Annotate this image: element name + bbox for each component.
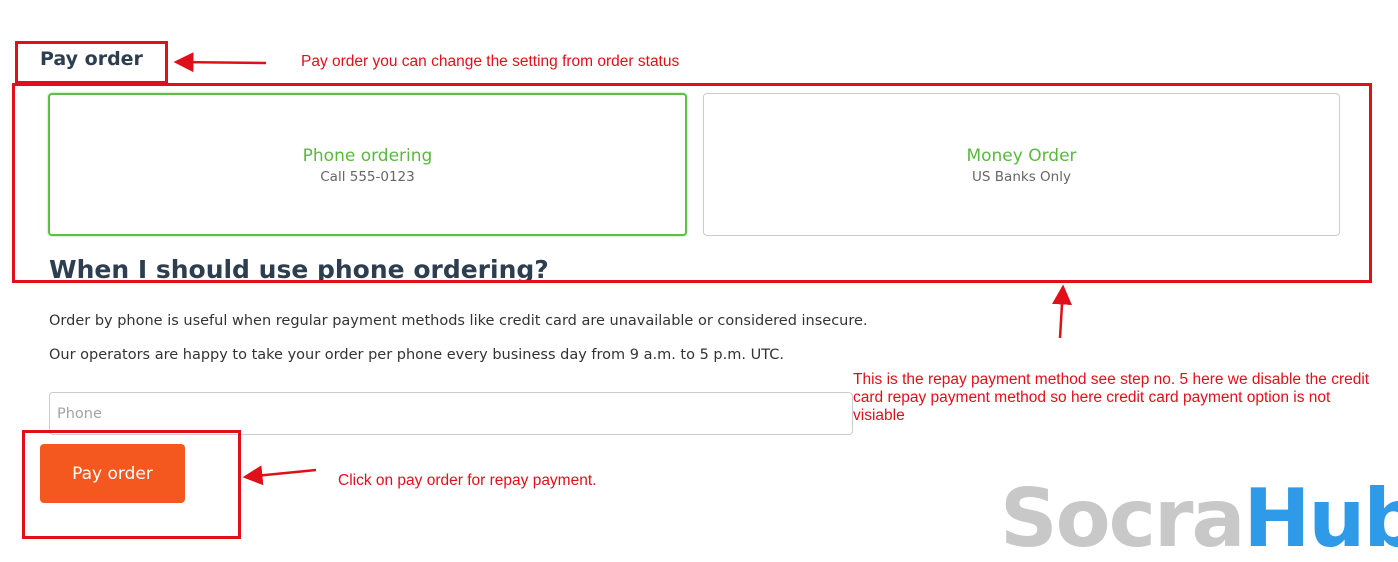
annotation-arrow-button — [242, 465, 317, 486]
annotation-button-note: Click on pay order for repay payment. — [338, 472, 597, 489]
annotation-arrow-title — [173, 52, 267, 73]
phone-input[interactable] — [49, 392, 853, 435]
annotation-arrow-methods — [1051, 284, 1072, 339]
phone-ordering-heading: When I should use phone ordering? — [49, 255, 549, 284]
annotation-methods-note: This is the repay payment method see ste… — [853, 371, 1370, 424]
annotation-title-note: Pay order you can change the setting fro… — [301, 53, 680, 70]
phone-ordering-description: Order by phone is useful when regular pa… — [49, 313, 868, 329]
payment-method-money-order[interactable]: Money Order US Banks Only — [703, 93, 1340, 236]
page-title: Pay order — [40, 48, 143, 70]
phone-ordering-hours: Our operators are happy to take your ord… — [49, 347, 784, 363]
payment-method-subtitle: Call 555-0123 — [320, 168, 415, 185]
watermark-part2: Hub — [1243, 472, 1398, 562]
payment-method-title: Money Order — [966, 145, 1077, 166]
payment-method-title: Phone ordering — [302, 145, 433, 166]
watermark-part1: Socra — [1000, 472, 1245, 562]
payment-method-subtitle: US Banks Only — [972, 168, 1071, 185]
pay-order-button[interactable]: Pay order — [40, 444, 185, 503]
payment-method-phone-ordering[interactable]: Phone ordering Call 555-0123 — [48, 93, 687, 236]
socrahub-watermark-logo: SocraHub — [1000, 474, 1398, 562]
